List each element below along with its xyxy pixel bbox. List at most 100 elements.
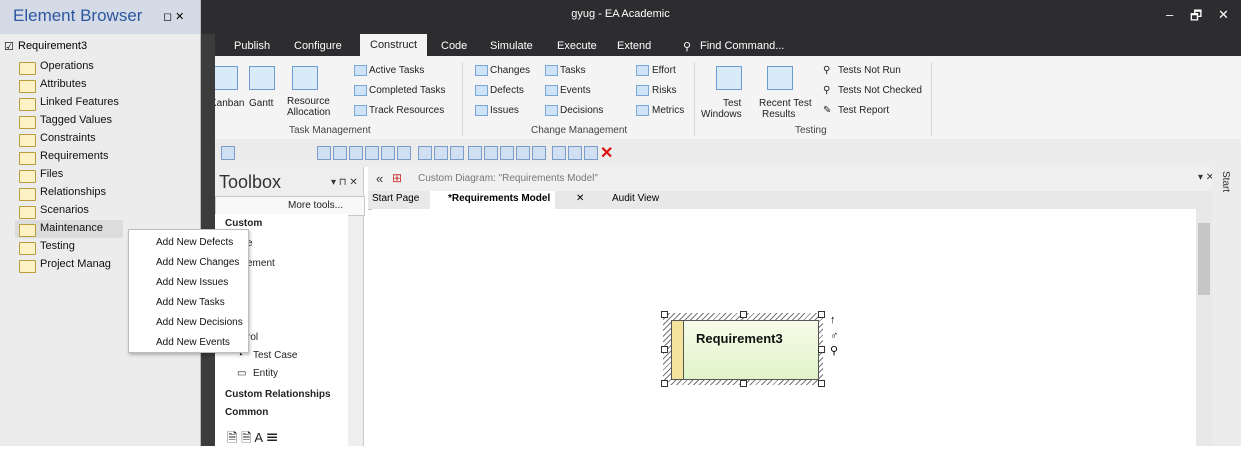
test-windows-button[interactable]: Test: [723, 98, 741, 109]
menu-item-add-new-tasks[interactable]: Add New Tasks: [156, 297, 225, 308]
toolbar-icon[interactable]: [568, 146, 582, 160]
browser-item-operations[interactable]: Operations: [40, 60, 94, 72]
toolbox-menu-icons[interactable]: ▾ ⊓ ✕: [331, 177, 358, 188]
find-command-input[interactable]: Find Command...: [700, 40, 784, 52]
track-resources-button[interactable]: Track Resources: [369, 105, 444, 116]
browser-item-scenarios[interactable]: Scenarios: [40, 204, 89, 216]
browser-item-maintenance[interactable]: Maintenance: [40, 222, 103, 234]
toolbar-icon[interactable]: [381, 146, 395, 160]
scroll-thumb[interactable]: [1198, 223, 1210, 295]
minimize-button[interactable]: –: [1166, 7, 1173, 22]
resize-handle[interactable]: [818, 311, 825, 318]
zoom-icon[interactable]: [532, 146, 546, 160]
zoom-icon[interactable]: [484, 146, 498, 160]
toolbar-icon[interactable]: [349, 146, 363, 160]
issues-dropdown[interactable]: Issues: [490, 105, 519, 116]
toolbar-icon[interactable]: [317, 146, 331, 160]
tests-not-checked-button[interactable]: Tests Not Checked: [838, 85, 922, 96]
common-tool-icons[interactable]: 🗎 🗎 A ☰: [227, 429, 278, 451]
browser-item-tagged-values[interactable]: Tagged Values: [40, 114, 112, 126]
toolbar-icon[interactable]: [584, 146, 598, 160]
tab-extend[interactable]: Extend: [617, 40, 651, 52]
browser-item-testing[interactable]: Testing: [40, 240, 75, 252]
defects-dropdown[interactable]: Defects: [490, 85, 524, 96]
resize-handle[interactable]: [818, 380, 825, 387]
menu-item-add-new-defects[interactable]: Add New Defects: [156, 237, 233, 248]
test-report-button[interactable]: Test Report: [838, 105, 889, 116]
tab-requirements-model[interactable]: *Requirements Model: [448, 193, 550, 204]
resize-handle[interactable]: [818, 346, 825, 353]
toolbox-item-requirement[interactable]: ement: [247, 258, 275, 269]
back-icon[interactable]: «: [376, 171, 383, 186]
toolbox-item-test-case[interactable]: Test Case: [253, 350, 297, 361]
toolbar-icon[interactable]: [365, 146, 379, 160]
zoom-icon[interactable]: [500, 146, 514, 160]
events-dropdown[interactable]: Events: [560, 85, 591, 96]
kanban-button[interactable]: Kanban: [210, 98, 244, 109]
resize-handle[interactable]: [740, 311, 747, 318]
active-tasks-button[interactable]: Active Tasks: [369, 65, 424, 76]
toolbar-icon[interactable]: [397, 146, 411, 160]
maximize-button[interactable]: 🗗: [1190, 7, 1202, 29]
tab-code[interactable]: Code: [441, 40, 467, 52]
decisions-dropdown[interactable]: Decisions: [560, 105, 603, 116]
search-icon[interactable]: ⚲: [830, 344, 838, 357]
requirement-element[interactable]: Requirement3: [671, 320, 819, 380]
toolbox-item-entity[interactable]: Entity: [253, 368, 278, 379]
tab-execute[interactable]: Execute: [557, 40, 597, 52]
metrics-button[interactable]: Metrics: [652, 105, 684, 116]
gantt-button[interactable]: Gantt: [249, 98, 273, 109]
toolbar-icon[interactable]: [434, 146, 448, 160]
vertical-scrollbar[interactable]: [1196, 209, 1212, 446]
zoom-icon[interactable]: [468, 146, 482, 160]
toolbar-icon[interactable]: [221, 146, 235, 160]
browser-item-attributes[interactable]: Attributes: [40, 78, 86, 90]
browser-item-relationships[interactable]: Relationships: [40, 186, 106, 198]
toolbar-icon[interactable]: [552, 146, 566, 160]
toolbar-icon[interactable]: [450, 146, 464, 160]
panel-controls[interactable]: ◻ ✕: [163, 10, 184, 23]
toolbox-group-custom-relationships[interactable]: Custom Relationships: [225, 389, 331, 400]
tab-simulate[interactable]: Simulate: [490, 40, 533, 52]
tab-start-page[interactable]: Start Page: [372, 193, 419, 204]
changes-dropdown[interactable]: Changes: [490, 65, 530, 76]
quick-link-arrow-icon[interactable]: ↑: [830, 314, 836, 326]
tab-configure[interactable]: Configure: [294, 40, 342, 52]
menu-item-add-new-issues[interactable]: Add New Issues: [156, 277, 228, 288]
resize-handle[interactable]: [661, 346, 668, 353]
tasks-dropdown[interactable]: Tasks: [560, 65, 586, 76]
toolbox-group-common[interactable]: Common: [225, 407, 268, 418]
browser-item-constraints[interactable]: Constraints: [40, 132, 96, 144]
property-icon[interactable]: ♂: [830, 330, 838, 342]
zoom-icon[interactable]: [516, 146, 530, 160]
toolbox-group-custom[interactable]: Custom: [225, 218, 262, 229]
browser-item-linked-features[interactable]: Linked Features: [40, 96, 119, 108]
toolbar-icon[interactable]: [333, 146, 347, 160]
effort-button[interactable]: Effort: [652, 65, 676, 76]
close-button[interactable]: ✕: [1218, 7, 1229, 23]
menu-item-add-new-events[interactable]: Add New Events: [156, 337, 230, 348]
menu-item-add-new-changes[interactable]: Add New Changes: [156, 257, 239, 268]
resource-allocation-button[interactable]: Resource: [287, 96, 330, 107]
tab-publish[interactable]: Publish: [234, 40, 270, 52]
recent-test-results-button[interactable]: Recent Test: [759, 98, 812, 109]
resize-handle[interactable]: [661, 311, 668, 318]
browser-item-requirements[interactable]: Requirements: [40, 150, 108, 162]
more-tools-button[interactable]: More tools...: [288, 200, 343, 211]
toolbar-icon[interactable]: [418, 146, 432, 160]
start-dock-tab[interactable]: Start: [1220, 171, 1231, 192]
menu-item-add-new-decisions[interactable]: Add New Decisions: [156, 317, 243, 328]
tab-construct[interactable]: Construct: [360, 34, 428, 56]
delete-icon[interactable]: ✕: [600, 143, 613, 163]
resize-handle[interactable]: [661, 380, 668, 387]
folder-icon: [19, 152, 36, 165]
checkbox-icon: ☑: [4, 41, 14, 53]
tab-audit-view[interactable]: Audit View: [612, 193, 659, 204]
close-icon[interactable]: ✕: [576, 193, 584, 204]
tests-not-run-button[interactable]: Tests Not Run: [838, 65, 901, 76]
browser-item-project-management[interactable]: Project Manag: [40, 258, 111, 270]
completed-tasks-button[interactable]: Completed Tasks: [369, 85, 446, 96]
resize-handle[interactable]: [740, 380, 747, 387]
risks-button[interactable]: Risks: [652, 85, 676, 96]
browser-item-files[interactable]: Files: [40, 168, 63, 180]
